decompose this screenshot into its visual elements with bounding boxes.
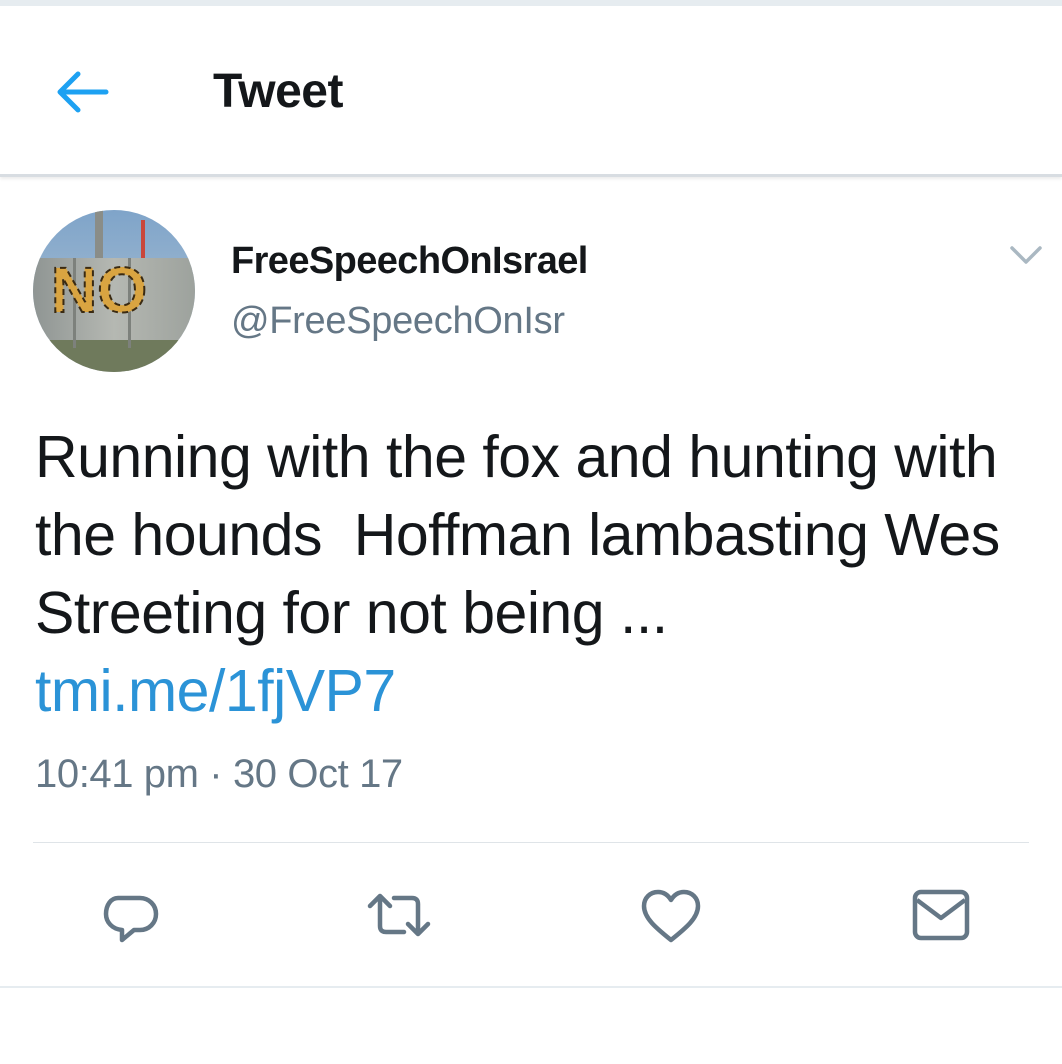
chevron-down-icon xyxy=(1010,246,1042,264)
reply-icon xyxy=(103,895,159,943)
reply-button[interactable] xyxy=(96,880,166,950)
envelope-icon xyxy=(912,889,970,941)
tweet-text: Running with the fox and hunting with th… xyxy=(35,424,1016,646)
retweet-icon xyxy=(367,893,431,937)
tweet-time: 10:41 pm xyxy=(35,752,199,796)
avatar-graffiti: NO xyxy=(51,254,147,326)
tweet-menu-button[interactable] xyxy=(1004,236,1048,276)
page-title: Tweet xyxy=(213,65,343,118)
retweet-button[interactable] xyxy=(364,880,434,950)
back-button[interactable] xyxy=(50,66,114,118)
author-display-name[interactable]: FreeSpeechOnIsrael xyxy=(231,240,588,283)
tweet-date: 30 Oct 17 xyxy=(232,752,403,796)
heart-icon xyxy=(641,889,701,943)
author-handle: @FreeSpeechOnIsr xyxy=(231,300,565,342)
tweet-link[interactable]: tmi.me/1fjVP7 xyxy=(35,658,396,724)
arrow-left-icon xyxy=(57,71,109,113)
bottom-divider xyxy=(0,986,1062,988)
like-button[interactable] xyxy=(636,880,706,950)
timestamp-separator: · xyxy=(198,752,233,796)
top-bar: Tweet xyxy=(0,6,1062,177)
share-button[interactable] xyxy=(906,880,976,950)
divider xyxy=(33,842,1029,843)
tweet-timestamp: 10:41 pm · 30 Oct 17 xyxy=(35,752,403,797)
tweet-body: Running with the fox and hunting with th… xyxy=(35,418,1035,730)
avatar[interactable]: NO xyxy=(33,210,195,372)
